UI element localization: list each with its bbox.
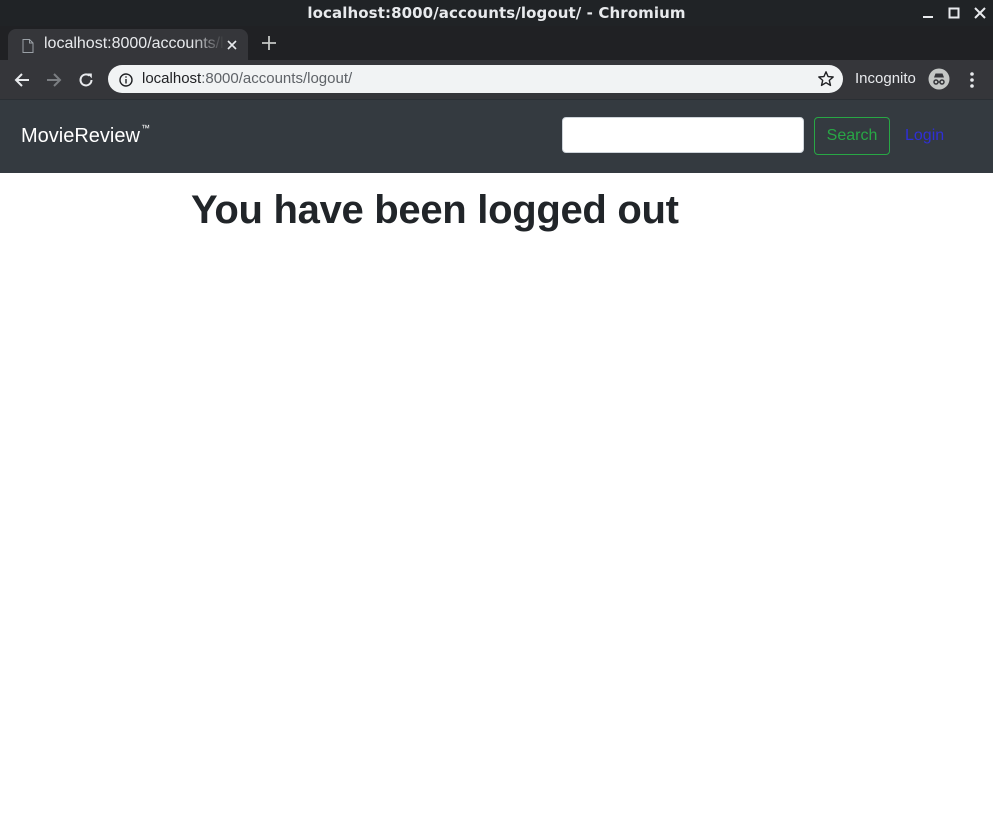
url-host: localhost xyxy=(142,70,202,87)
forward-icon[interactable] xyxy=(43,69,65,91)
new-tab-icon[interactable] xyxy=(260,34,278,52)
tab-close-icon[interactable] xyxy=(224,37,240,53)
bookmark-star-icon[interactable] xyxy=(817,70,835,92)
trademark-mark: ™ xyxy=(140,123,150,134)
minimize-icon[interactable] xyxy=(918,3,938,23)
address-bar[interactable]: localhost:8000/accounts/logout/ xyxy=(108,65,843,93)
window-titlebar: localhost:8000/accounts/logout/ - Chromi… xyxy=(0,0,993,26)
search-button[interactable]: Search xyxy=(814,117,890,155)
incognito-icon[interactable] xyxy=(928,68,950,94)
site-navbar: MovieReview™ Search Login xyxy=(0,99,993,173)
url-text[interactable]: localhost:8000/accounts/logout/ xyxy=(142,70,352,87)
tab-strip: localhost:8000/accounts/logout/ xyxy=(0,26,993,60)
brand-link[interactable]: MovieReview™ xyxy=(21,123,150,148)
brand-name: MovieReview xyxy=(21,125,140,147)
tab-label: localhost:8000/accounts/logout/ xyxy=(44,35,224,52)
browser-toolbar: localhost:8000/accounts/logout/ Incognit… xyxy=(0,60,993,99)
document-icon xyxy=(22,38,34,57)
tab-active[interactable]: localhost:8000/accounts/logout/ xyxy=(8,29,248,60)
url-path: :8000/accounts/logout/ xyxy=(201,70,353,87)
close-window-icon[interactable] xyxy=(970,3,990,23)
window-title: localhost:8000/accounts/logout/ - Chromi… xyxy=(307,4,686,22)
back-icon[interactable] xyxy=(11,69,33,91)
maximize-icon[interactable] xyxy=(944,3,964,23)
page-heading: You have been logged out xyxy=(191,188,679,232)
kebab-menu-icon[interactable] xyxy=(962,69,982,91)
incognito-label: Incognito xyxy=(855,70,916,87)
search-input[interactable] xyxy=(562,117,804,153)
reload-icon[interactable] xyxy=(75,69,97,91)
login-link[interactable]: Login xyxy=(905,127,944,145)
info-icon[interactable] xyxy=(119,72,133,91)
